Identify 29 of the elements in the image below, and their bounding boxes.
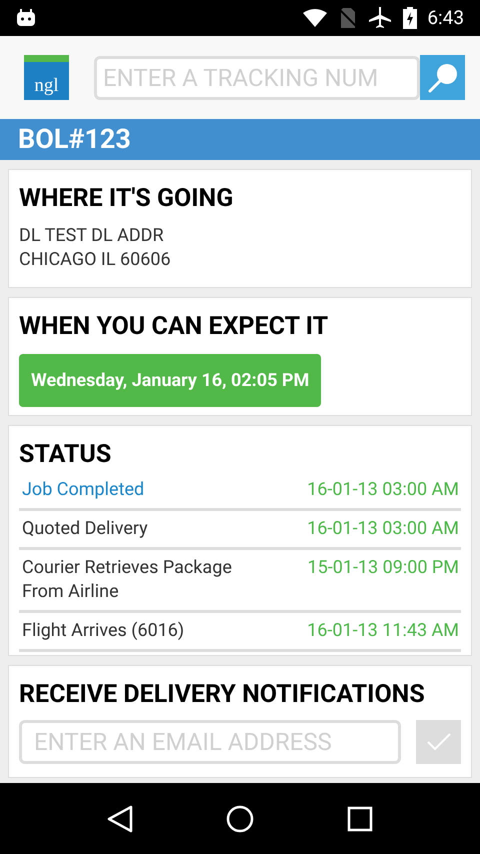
no-sim-icon xyxy=(339,8,358,28)
section-heading: WHEN YOU CAN EXPECT IT xyxy=(19,312,330,342)
shipment-title: BOL#123 xyxy=(18,122,131,158)
search-button[interactable] xyxy=(420,55,465,100)
status-event: Flight Arrives (6016) xyxy=(22,619,184,643)
event-time: 16-01-13 03:00 AM xyxy=(307,478,459,502)
checkmark-icon xyxy=(426,732,452,752)
status-event: Job Completed xyxy=(22,478,144,502)
clock: 6:43 xyxy=(427,4,464,31)
event-time: 15-01-13 09:00 PM xyxy=(308,556,459,580)
android-icon xyxy=(16,9,36,27)
search-icon xyxy=(426,62,458,94)
airplane-icon xyxy=(369,7,392,29)
section-heading: STATUS xyxy=(19,440,112,470)
event-time: 16-01-13 03:00 AM xyxy=(307,517,459,541)
status-event: Courier Retrieves Package From Airline xyxy=(22,556,233,604)
delivery-date-badge: Wednesday, January 16, 02:05 PM xyxy=(19,354,322,407)
address-line: DL TEST DL ADDR xyxy=(19,224,165,248)
event-time: 16-01-13 11:43 AM xyxy=(307,619,459,643)
section-heading: WHERE IT'S GOING xyxy=(19,184,234,214)
wifi-icon xyxy=(303,9,328,27)
back-icon[interactable] xyxy=(106,804,133,832)
logo: ngl xyxy=(24,55,69,100)
recents-icon[interactable] xyxy=(347,806,374,832)
section-heading: RECEIVE DELIVERY NOTIFICATIONS xyxy=(19,680,426,710)
address-line: CHICAGO IL 60606 xyxy=(19,248,172,272)
battery-charging-icon xyxy=(403,7,418,29)
home-icon[interactable] xyxy=(226,804,254,832)
status-event: Quoted Delivery xyxy=(22,517,148,541)
